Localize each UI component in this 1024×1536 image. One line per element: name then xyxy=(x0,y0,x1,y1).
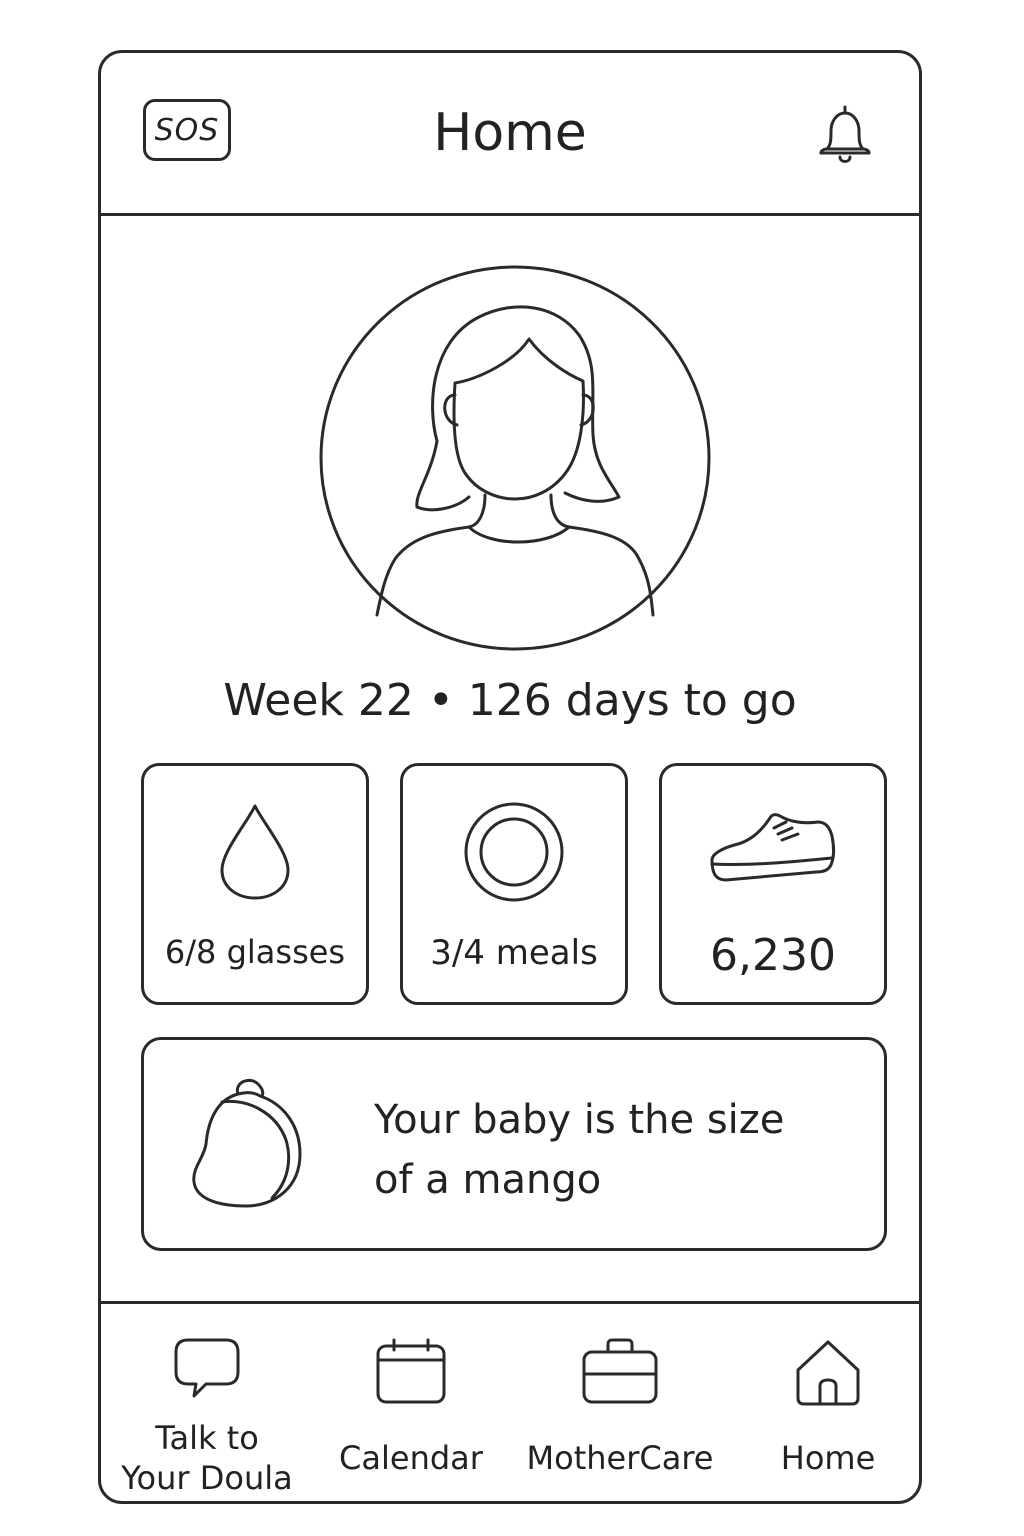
water-card[interactable]: 6/8 glasses xyxy=(141,763,369,1005)
plate-icon xyxy=(464,802,564,902)
app-screen: SOS Home Week 22 • 126 days to go 6/8 gl… xyxy=(98,50,922,1504)
nav-item-mothercare[interactable]: MotherCare xyxy=(509,1304,731,1501)
nav-label-calendar: Calendar xyxy=(339,1439,483,1477)
nav-label-talk-line-1: Talk to xyxy=(155,1419,259,1457)
page-title: Home xyxy=(433,103,587,163)
meals-value: 3/4 meals xyxy=(430,933,598,973)
chat-bubble-icon xyxy=(174,1338,240,1398)
briefcase-icon xyxy=(582,1338,658,1404)
baby-size-line-2: of a mango xyxy=(374,1157,602,1203)
pregnancy-status: Week 22 • 126 days to go xyxy=(223,675,797,726)
top-bar: SOS Home xyxy=(101,53,919,216)
nav-item-home[interactable]: Home xyxy=(731,1304,919,1501)
nav-label-talk-line-2: Your Doula xyxy=(121,1459,293,1497)
calendar-icon xyxy=(376,1338,446,1404)
water-drop-icon xyxy=(220,804,290,900)
sneaker-icon xyxy=(710,813,835,882)
baby-size-card[interactable]: Your baby is the size of a mango xyxy=(141,1037,887,1251)
daily-stats: 6/8 glasses 3/4 meals 6,230 xyxy=(141,763,887,1007)
nav-item-talk-to-doula[interactable]: Talk to Your Doula xyxy=(101,1304,313,1501)
bell-icon[interactable] xyxy=(813,101,877,171)
mango-icon xyxy=(192,1078,302,1208)
steps-card[interactable]: 6,230 xyxy=(659,763,887,1005)
bottom-navigation: Talk to Your Doula Calendar MotherCare H… xyxy=(101,1301,919,1501)
nav-label-home: Home xyxy=(780,1439,876,1477)
home-icon xyxy=(796,1340,860,1406)
baby-size-text: Your baby is the size of a mango xyxy=(374,1090,844,1210)
profile-avatar[interactable] xyxy=(319,265,711,651)
steps-value: 6,230 xyxy=(710,930,836,981)
meals-card[interactable]: 3/4 meals xyxy=(400,763,628,1005)
water-value: 6/8 glasses xyxy=(164,933,346,971)
nav-item-calendar[interactable]: Calendar xyxy=(313,1304,509,1501)
baby-size-line-1: Your baby is the size xyxy=(374,1097,785,1143)
nav-label-mothercare: MotherCare xyxy=(526,1439,714,1477)
